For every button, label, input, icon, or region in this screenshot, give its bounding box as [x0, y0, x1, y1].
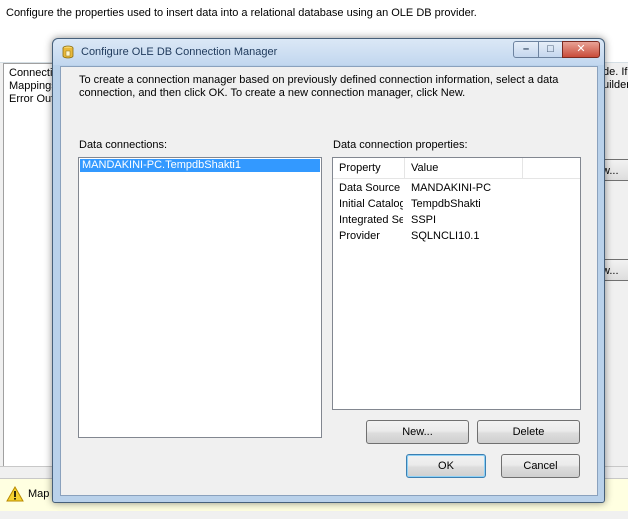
table-row[interactable]: Data Source MANDAKINI-PC	[333, 180, 580, 196]
dialog-title: Configure OLE DB Connection Manager	[81, 46, 278, 58]
minimize-icon: –	[522, 43, 530, 55]
property-name: Data Source	[339, 182, 401, 194]
dialog-intro-text: To create a connection manager based on …	[79, 74, 559, 99]
new-button[interactable]: New...	[366, 420, 469, 444]
property-value: SSPI	[411, 214, 437, 226]
list-item[interactable]: MANDAKINI-PC.TempdbShakti1	[80, 159, 320, 172]
close-button[interactable]: ✕	[562, 41, 600, 58]
property-value: MANDAKINI-PC	[411, 182, 492, 194]
data-connection-properties-grid[interactable]: Property Value Data Source MANDAKINI-PC …	[332, 157, 581, 410]
table-row[interactable]: Integrated Se... SSPI	[333, 212, 580, 228]
data-connections-label: Data connections:	[79, 139, 168, 151]
editor-right-text-2: uilder	[603, 79, 628, 91]
dialog-body: To create a connection manager based on …	[60, 66, 598, 496]
column-header-property[interactable]: Property	[333, 158, 405, 178]
warning-icon	[6, 486, 24, 502]
editor-description: Configure the properties used to insert …	[6, 7, 477, 19]
configure-oledb-dialog: Configure OLE DB Connection Manager – □ …	[52, 38, 605, 503]
property-value: TempdbShakti	[411, 198, 481, 210]
table-row[interactable]: Initial Catalog TempdbShakti	[333, 196, 580, 212]
column-header-value[interactable]: Value	[405, 158, 523, 178]
ok-button[interactable]: OK	[406, 454, 486, 478]
close-icon: ✕	[576, 43, 586, 55]
data-connections-list[interactable]: MANDAKINI-PC.TempdbShakti1	[78, 157, 322, 438]
minimize-button[interactable]: –	[513, 41, 539, 58]
nav-item-mappings[interactable]: Mappings	[9, 80, 57, 92]
properties-header: Property Value	[333, 158, 580, 179]
property-value: SQLNCLI10.1	[411, 230, 480, 242]
maximize-button[interactable]: □	[538, 41, 563, 58]
data-connection-properties-label: Data connection properties:	[333, 139, 468, 151]
cancel-button[interactable]: Cancel	[501, 454, 580, 478]
cylinder-connection-icon	[62, 45, 74, 59]
property-name: Provider	[339, 230, 380, 242]
editor-right-text-1: de. If	[603, 66, 628, 78]
table-row[interactable]: Provider SQLNCLI10.1	[333, 228, 580, 244]
delete-button[interactable]: Delete	[477, 420, 580, 444]
maximize-icon: □	[547, 43, 554, 55]
dialog-titlebar[interactable]: Configure OLE DB Connection Manager – □ …	[53, 39, 604, 65]
property-name: Initial Catalog	[339, 198, 403, 210]
property-name: Integrated Se...	[339, 214, 403, 226]
